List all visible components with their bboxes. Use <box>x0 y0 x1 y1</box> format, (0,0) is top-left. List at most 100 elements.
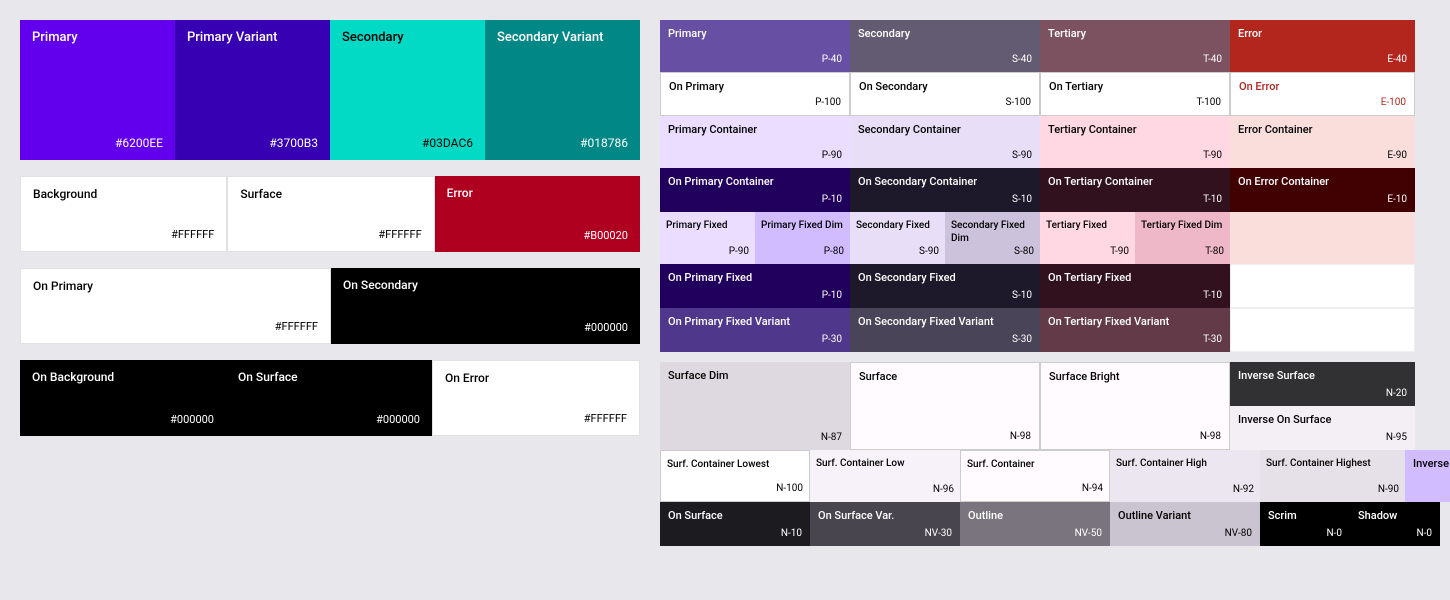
fixed-cell-tertiary-fixed-dim: Tertiary Fixed Dim T-80 <box>1135 212 1230 264</box>
cell-code: N-92 <box>1233 484 1254 495</box>
surf-cell-surface: Surface N-98 <box>850 362 1040 450</box>
cell-code: N-20 <box>1386 388 1407 399</box>
cell-label: Tertiary Fixed <box>1046 219 1129 232</box>
on-fixed-var-cell-on-primary-fixed-variant: On Primary Fixed Variant P-30 <box>660 308 850 352</box>
color-cell-on-secondary: On Secondary S-100 <box>850 72 1040 116</box>
color-cell-secondary: Secondary S-40 <box>850 20 1040 72</box>
cell-code: P-90 <box>822 150 842 161</box>
swatch-hex: #000000 <box>584 321 628 334</box>
row10-cell-outline-variant: Outline Variant NV-80 <box>1110 502 1260 546</box>
swatch-hex: #FFFFFF <box>275 320 318 333</box>
color-cell-primary: Primary P-40 <box>660 20 850 72</box>
cell-code: S-90 <box>919 246 939 257</box>
fixed-cell-secondary-fixed: Secondary Fixed S-90 <box>850 212 945 264</box>
cell-code: NV-30 <box>925 528 952 539</box>
row-on-fixed: On Primary Fixed P-10 On Secondary Fixed… <box>660 264 1450 308</box>
cell-label: On Tertiary Fixed <box>1048 271 1222 284</box>
left-panel: Primary#6200EEPrimary Variant#3700B3 Seco… <box>20 20 640 580</box>
color-cell-error: Error E-40 <box>1230 20 1415 72</box>
cell-label: Surf. Container Lowest <box>667 458 803 471</box>
primary-color-row: Primary#6200EEPrimary Variant#3700B3 Seco… <box>20 20 640 160</box>
cell-code: N-90 <box>1378 484 1399 495</box>
cell-label: Scrim <box>1268 509 1342 522</box>
swatch-name: Background <box>33 187 214 201</box>
surf-cont-cell-surf-container-highest: Surf. Container Highest N-90 <box>1260 450 1405 502</box>
on-swatch-on-primary: On Primary #FFFFFF <box>20 268 331 344</box>
cell-code: P-10 <box>822 290 842 301</box>
cell-label: On Primary Fixed Variant <box>668 315 842 328</box>
cell-label: Surf. Container <box>967 458 1103 471</box>
swatch-hex: #FFFFFF <box>378 228 421 241</box>
cell-code: E-40 <box>1387 54 1407 65</box>
swatch-hex: #6200EE <box>115 136 163 150</box>
cell-code: T-40 <box>1203 54 1222 65</box>
color-cell-tertiary-container: Tertiary Container T-90 <box>1040 116 1230 168</box>
cell-code: P-100 <box>815 97 841 108</box>
row-fixed: Primary Fixed P-90 Primary Fixed Dim P-8… <box>660 212 1450 264</box>
cell-label: Shadow <box>1358 509 1432 522</box>
fixed-cell-primary-fixed: Primary Fixed P-90 <box>660 212 755 264</box>
swatch-name: Secondary <box>342 30 473 45</box>
cell-code: P-80 <box>824 246 844 257</box>
cell-label: Inverse On Surface <box>1238 413 1407 426</box>
cell-label: Tertiary Container <box>1048 123 1222 137</box>
row-surface-top: Surface Dim N-87 Surface N-98 Surface Br… <box>660 362 1450 450</box>
cell-code: P-30 <box>822 334 842 345</box>
cell-label: Secondary Fixed Dim <box>951 219 1034 245</box>
swatch-hex: #03DAC6 <box>422 136 473 150</box>
cell-label: Tertiary <box>1048 27 1222 41</box>
color-swatch-secondary-variant: Secondary Variant#018786 <box>485 20 640 160</box>
row-containers: Primary Container P-90 Secondary Contain… <box>660 116 1450 168</box>
cell-code: N-87 <box>821 432 842 443</box>
cell-label: Surf. Container High <box>1116 457 1254 470</box>
cell-label: On Surface <box>668 509 802 522</box>
swatch-hex: #3700B3 <box>269 136 318 150</box>
color-cell-on-secondary-container: On Secondary Container S-10 <box>850 168 1040 212</box>
cell-code: P-10 <box>822 194 842 205</box>
cell-label: Primary <box>668 27 842 41</box>
row10-cell-shadow: Shadow N-0 <box>1350 502 1440 546</box>
fixed-spacer <box>1230 212 1415 264</box>
surf-cont-cell-surf-container-lowest: Surf. Container Lowest N-100 <box>660 450 810 502</box>
cell-label: Inverse Surface <box>1238 369 1407 382</box>
cell-label: Primary Fixed Dim <box>761 219 844 232</box>
color-cell-on-tertiary: On Tertiary T-100 <box>1040 72 1230 116</box>
spacer7 <box>1230 308 1415 352</box>
on-fixed-var-cell-on-secondary-fixed-variant: On Secondary Fixed Variant S-30 <box>850 308 1040 352</box>
surf-cont-cell-surf-container: Surf. Container N-94 <box>960 450 1110 502</box>
cell-code: T-10 <box>1203 290 1222 301</box>
swatch-name: On Primary <box>33 279 318 293</box>
fixed-group-2: Tertiary Fixed T-90 Tertiary Fixed Dim T… <box>1040 212 1230 264</box>
row10-cell-outline: Outline NV-50 <box>960 502 1110 546</box>
spacer6 <box>1230 264 1415 308</box>
cell-code: T-10 <box>1203 194 1222 205</box>
row-surf-containers: Surf. Container Lowest N-100 Surf. Conta… <box>660 450 1450 502</box>
cell-label: On Primary <box>669 80 841 94</box>
cell-label: Secondary Container <box>858 123 1032 137</box>
cell-code: NV-80 <box>1225 528 1252 539</box>
swatch-name: On Secondary <box>343 278 628 292</box>
cell-code: N-98 <box>1010 431 1031 442</box>
swatch-hex: #FFFFFF <box>171 228 214 241</box>
cell-code: P-40 <box>822 54 842 65</box>
cell-label: On Secondary Fixed Variant <box>858 315 1032 328</box>
inverse-surface-top: Inverse Surface N-20 <box>1230 362 1415 406</box>
color-cell-on-error: On Error E-100 <box>1230 72 1415 116</box>
cell-code: S-10 <box>1012 194 1032 205</box>
cell-code: N-96 <box>933 484 954 495</box>
row-on-containers: On Primary Container P-10 On Secondary C… <box>660 168 1450 212</box>
cell-label: Outline <box>968 509 1102 522</box>
cell-code: N-94 <box>1082 483 1103 494</box>
cell-code: S-30 <box>1012 334 1032 345</box>
cell-code: T-90 <box>1203 150 1222 161</box>
cell-code: N-0 <box>1416 528 1432 539</box>
swatch-name: On Surface <box>238 370 420 384</box>
color-swatch-primary: Primary#6200EE <box>20 20 175 160</box>
fixed-group-0: Primary Fixed P-90 Primary Fixed Dim P-8… <box>660 212 850 264</box>
row-on-primary: On Primary P-100 On Secondary S-100 On T… <box>660 72 1450 116</box>
cell-code: N-95 <box>1386 432 1407 443</box>
color-swatch-primary-variant: Primary Variant#3700B3 <box>175 20 330 160</box>
cell-code: S-90 <box>1012 150 1032 161</box>
bg-swatch-surface: Surface#FFFFFF <box>227 176 434 252</box>
cell-label: Surf. Container Highest <box>1266 457 1399 470</box>
